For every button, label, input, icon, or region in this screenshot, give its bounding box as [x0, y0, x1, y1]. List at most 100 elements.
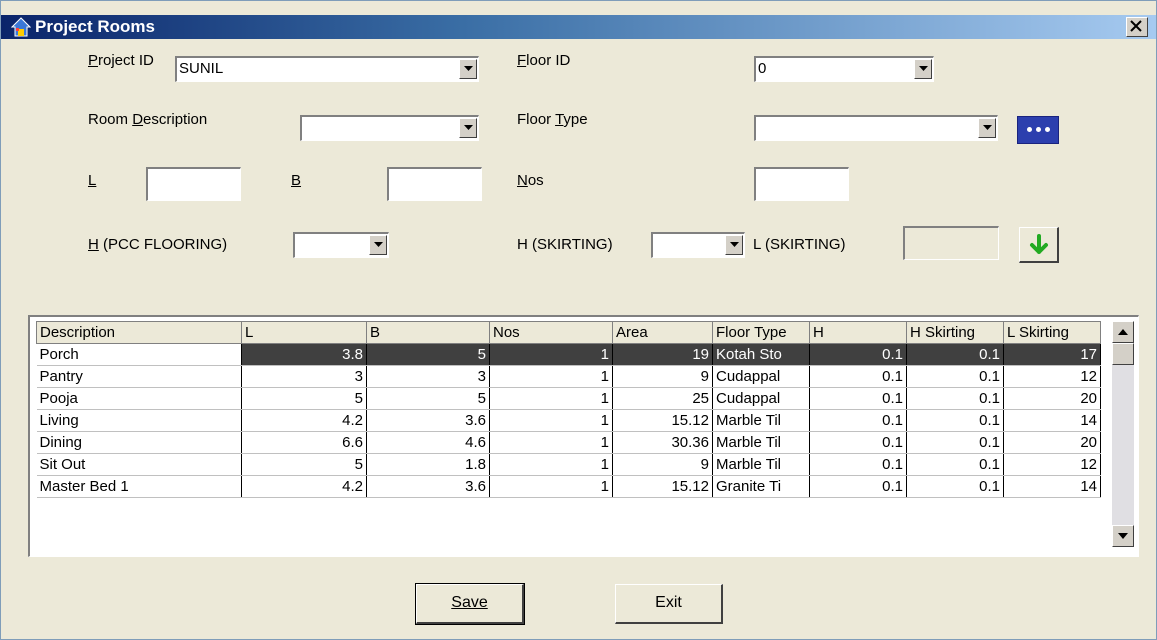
- floor-type-dropdown-button[interactable]: [978, 118, 996, 138]
- cell-nos[interactable]: 1: [489, 343, 613, 366]
- cell-l-skirting[interactable]: 20: [1003, 387, 1101, 410]
- cell-description[interactable]: Master Bed 1: [36, 475, 242, 498]
- cell-nos[interactable]: 1: [489, 387, 613, 410]
- table-row[interactable]: Master Bed 1 4.2 3.6 1 15.12 Granite Ti 0.1 0.1…: [36, 475, 1101, 498]
- floor-id-combo[interactable]: 0: [754, 56, 934, 82]
- cell-l-skirting[interactable]: 14: [1003, 475, 1101, 498]
- cell-h[interactable]: 0.1: [809, 343, 907, 366]
- cell-h-skirting[interactable]: 0.1: [906, 453, 1004, 476]
- cell-description[interactable]: Dining: [36, 431, 242, 454]
- cell-floor-type[interactable]: Marble Til: [712, 431, 810, 454]
- h-skirting-dropdown-button[interactable]: [725, 235, 743, 255]
- project-id-dropdown-button[interactable]: [459, 59, 477, 79]
- scroll-up-button[interactable]: [1112, 321, 1134, 343]
- project-id-combo[interactable]: SUNIL: [175, 56, 479, 82]
- cell-h[interactable]: 0.1: [809, 365, 907, 388]
- cell-nos[interactable]: 1: [489, 475, 613, 498]
- cell-l[interactable]: 6.6: [241, 431, 367, 454]
- cell-area[interactable]: 30.36: [612, 431, 713, 454]
- cell-floor-type[interactable]: Cudappal: [712, 365, 810, 388]
- rooms-grid[interactable]: Description L B Nos Area Floor Type H H …: [28, 315, 1139, 557]
- col-header-area[interactable]: Area: [612, 321, 713, 344]
- table-row[interactable]: Pantry 3 3 1 9 Cudappal 0.1 0.1 12: [36, 365, 1101, 388]
- cell-h-skirting[interactable]: 0.1: [906, 431, 1004, 454]
- exit-button[interactable]: Exit: [615, 584, 723, 624]
- length-input[interactable]: [146, 167, 241, 201]
- cell-floor-type[interactable]: Cudappal: [712, 387, 810, 410]
- cell-nos[interactable]: 1: [489, 431, 613, 454]
- col-header-b[interactable]: B: [366, 321, 490, 344]
- cell-h[interactable]: 0.1: [809, 387, 907, 410]
- cell-l-skirting[interactable]: 20: [1003, 431, 1101, 454]
- h-skirting-combo[interactable]: [651, 232, 745, 258]
- col-header-nos[interactable]: Nos: [489, 321, 613, 344]
- cell-description[interactable]: Pooja: [36, 387, 242, 410]
- cell-h-skirting[interactable]: 0.1: [906, 475, 1004, 498]
- scroll-down-button[interactable]: [1112, 525, 1134, 547]
- close-button[interactable]: [1126, 17, 1148, 37]
- cell-b[interactable]: 5: [366, 387, 490, 410]
- cell-h[interactable]: 0.1: [809, 453, 907, 476]
- table-row[interactable]: Living 4.2 3.6 1 15.12 Marble Til 0.1 0.1 14: [36, 409, 1101, 432]
- cell-b[interactable]: 1.8: [366, 453, 490, 476]
- cell-nos[interactable]: 1: [489, 409, 613, 432]
- cell-area[interactable]: 9: [612, 365, 713, 388]
- cell-l-skirting[interactable]: 12: [1003, 453, 1101, 476]
- cell-l-skirting[interactable]: 14: [1003, 409, 1101, 432]
- floor-id-dropdown-button[interactable]: [914, 59, 932, 79]
- table-row[interactable]: Dining 6.6 4.6 1 30.36 Marble Til 0.1 0.1 20: [36, 431, 1101, 454]
- cell-l-skirting[interactable]: 12: [1003, 365, 1101, 388]
- save-button[interactable]: Save: [415, 583, 525, 625]
- table-row[interactable]: Pooja 5 5 1 25 Cudappal 0.1 0.1 20: [36, 387, 1101, 410]
- cell-l[interactable]: 4.2: [241, 475, 367, 498]
- table-row[interactable]: Sit Out 5 1.8 1 9 Marble Til 0.1 0.1 12: [36, 453, 1101, 476]
- cell-description[interactable]: Sit Out: [36, 453, 242, 476]
- h-pcc-dropdown-button[interactable]: [369, 235, 387, 255]
- col-header-l[interactable]: L: [241, 321, 367, 344]
- cell-l[interactable]: 5: [241, 387, 367, 410]
- scrollbar-thumb[interactable]: [1112, 343, 1134, 365]
- col-header-l-skirting[interactable]: L Skirting: [1003, 321, 1101, 344]
- cell-area[interactable]: 19: [612, 343, 713, 366]
- cell-b[interactable]: 5: [366, 343, 490, 366]
- cell-floor-type[interactable]: Kotah Sto: [712, 343, 810, 366]
- cell-floor-type[interactable]: Marble Til: [712, 453, 810, 476]
- cell-b[interactable]: 3.6: [366, 475, 490, 498]
- cell-l[interactable]: 5: [241, 453, 367, 476]
- cell-l-skirting[interactable]: 17: [1003, 343, 1101, 366]
- table-row[interactable]: Porch 3.8 5 1 19 Kotah Sto 0.1 0.1 17: [36, 343, 1101, 366]
- cell-b[interactable]: 3: [366, 365, 490, 388]
- breadth-input[interactable]: [387, 167, 482, 201]
- cell-h[interactable]: 0.1: [809, 431, 907, 454]
- cell-description[interactable]: Pantry: [36, 365, 242, 388]
- cell-l[interactable]: 3: [241, 365, 367, 388]
- cell-h-skirting[interactable]: 0.1: [906, 409, 1004, 432]
- col-header-h[interactable]: H: [809, 321, 907, 344]
- cell-floor-type[interactable]: Marble Til: [712, 409, 810, 432]
- cell-h-skirting[interactable]: 0.1: [906, 365, 1004, 388]
- cell-l[interactable]: 4.2: [241, 409, 367, 432]
- cell-h-skirting[interactable]: 0.1: [906, 387, 1004, 410]
- cell-h[interactable]: 0.1: [809, 475, 907, 498]
- room-description-dropdown-button[interactable]: [459, 118, 477, 138]
- cell-nos[interactable]: 1: [489, 453, 613, 476]
- cell-area[interactable]: 15.12: [612, 475, 713, 498]
- grid-vertical-scrollbar[interactable]: [1112, 321, 1134, 547]
- cell-area[interactable]: 15.12: [612, 409, 713, 432]
- cell-area[interactable]: 25: [612, 387, 713, 410]
- col-header-h-skirting[interactable]: H Skirting: [906, 321, 1004, 344]
- cell-floor-type[interactable]: Granite Ti: [712, 475, 810, 498]
- cell-h-skirting[interactable]: 0.1: [906, 343, 1004, 366]
- floor-type-browse-button[interactable]: [1017, 116, 1059, 144]
- cell-nos[interactable]: 1: [489, 365, 613, 388]
- room-description-combo[interactable]: [300, 115, 479, 141]
- cell-h[interactable]: 0.1: [809, 409, 907, 432]
- col-header-description[interactable]: Description: [36, 321, 242, 344]
- floor-type-combo[interactable]: [754, 115, 998, 141]
- cell-b[interactable]: 3.6: [366, 409, 490, 432]
- cell-description[interactable]: Porch: [36, 343, 242, 366]
- cell-l[interactable]: 3.8: [241, 343, 367, 366]
- cell-area[interactable]: 9: [612, 453, 713, 476]
- nos-input[interactable]: [754, 167, 849, 201]
- add-room-button[interactable]: [1019, 227, 1059, 263]
